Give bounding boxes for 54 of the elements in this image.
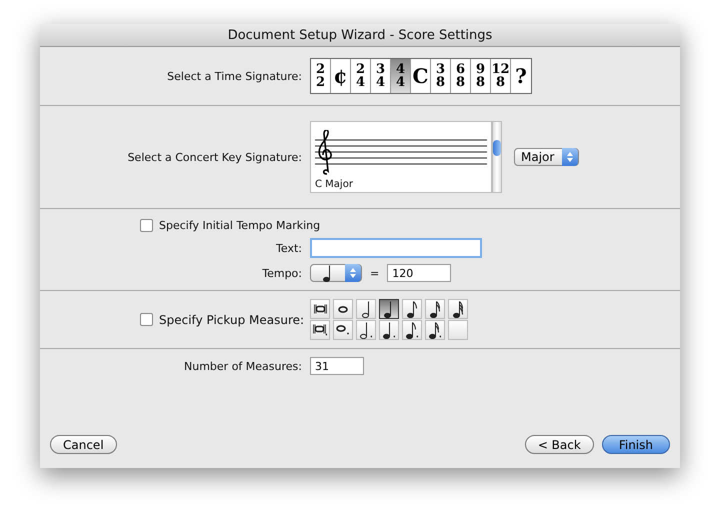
key-signature-label: Select a Concert Key Signature:	[126, 150, 302, 164]
quarter-note-icon	[323, 264, 333, 282]
note-icon	[314, 304, 326, 314]
equals-sign: =	[370, 266, 380, 280]
checkbox[interactable]	[140, 313, 153, 326]
note-icon	[312, 324, 328, 336]
note-icon	[406, 322, 418, 338]
time-signature-option[interactable]: 4 4	[391, 59, 411, 93]
note-icon	[428, 322, 442, 338]
text-label: Text:	[275, 242, 302, 254]
note-duration-option[interactable]	[425, 320, 445, 340]
checkbox-label: Specify Pickup Measure:	[159, 312, 304, 326]
note-duration-option[interactable]	[379, 320, 399, 340]
note-icon	[338, 306, 348, 312]
note-icon	[336, 325, 350, 335]
key-signature-preview[interactable]: C Major	[310, 121, 492, 193]
window-title: Document Setup Wizard - Score Settings	[40, 24, 680, 47]
note-duration-option[interactable]	[333, 320, 353, 340]
tempo-field[interactable]: 120	[387, 264, 452, 282]
note-duration-option[interactable]	[356, 320, 376, 340]
note-duration-option[interactable]	[333, 299, 353, 319]
checkbox[interactable]	[140, 219, 153, 232]
note-icon	[407, 300, 417, 318]
note-icon	[382, 322, 396, 338]
stepper-arrows-icon	[566, 151, 574, 163]
measures-field[interactable]: 31	[310, 357, 364, 375]
note-duration-option[interactable]	[448, 299, 468, 319]
scrollbar[interactable]	[492, 121, 502, 193]
note-icon	[360, 322, 372, 338]
measures-label: Number of Measures:	[183, 360, 302, 372]
mode-popup[interactable]: Major	[514, 148, 580, 166]
note-icon	[384, 300, 394, 318]
default-button[interactable]: Finish	[602, 435, 670, 454]
note-duration-option[interactable]	[310, 320, 330, 340]
note-duration-option[interactable]	[310, 299, 330, 319]
note-icon	[430, 300, 440, 318]
note-duration-option[interactable]	[402, 299, 422, 319]
note-duration-option[interactable]	[356, 299, 376, 319]
key-signature-caption: C Major	[315, 179, 354, 190]
time-signature-option[interactable]: C	[411, 59, 431, 93]
tempo-label: Tempo:	[261, 266, 302, 280]
time-signature-option[interactable]: 12 8	[491, 59, 511, 93]
note-icon	[362, 300, 370, 318]
note-duration-option[interactable]	[425, 299, 445, 319]
time-signature-label: Select a Time Signature:	[166, 70, 302, 82]
dialog-button[interactable]: Cancel	[50, 435, 117, 454]
note-value-popup[interactable]	[310, 264, 362, 282]
note-duration-option[interactable]	[402, 320, 422, 340]
text-field[interactable]	[310, 238, 482, 258]
dialog-button[interactable]: < Back	[524, 435, 594, 454]
stepper-arrows-icon	[349, 267, 357, 279]
note-icon	[453, 300, 463, 318]
note-duration-option[interactable]	[379, 299, 399, 319]
checkbox-label: Specify Initial Tempo Marking	[159, 219, 320, 232]
